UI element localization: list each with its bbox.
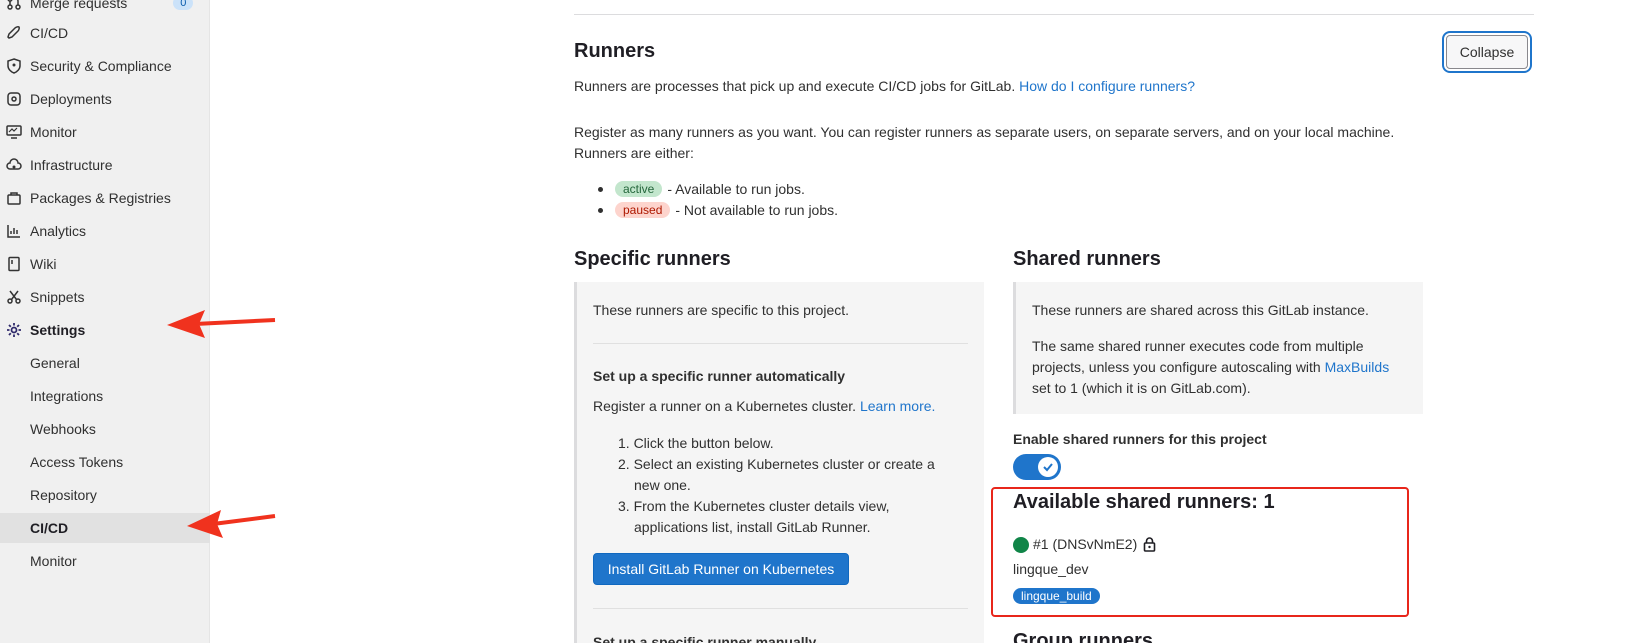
runner-name: lingque_dev xyxy=(1013,561,1089,577)
shared-runners-title: Shared runners xyxy=(1013,248,1161,270)
collapse-button[interactable]: Collapse xyxy=(1446,35,1528,69)
runner-tag-badge: lingque_build xyxy=(1013,588,1100,604)
manual-setup-title: Set up a specific runner manually xyxy=(593,634,817,643)
shared-desc-line-3: set to 1 (which it is on GitLab.com). xyxy=(1032,380,1251,396)
sidebar-item-label: Packages & Registries xyxy=(30,190,171,206)
register-line-1: Register as many runners as you want. Yo… xyxy=(574,124,1395,140)
paused-bullet: paused - Not available to run jobs. xyxy=(598,202,838,218)
sidebar-item-label: Settings xyxy=(30,322,86,338)
shared-desc-line-2: projects, unless you configure autoscali… xyxy=(1032,359,1390,375)
settings-sub-repository[interactable]: Repository xyxy=(0,480,210,510)
sidebar-item-label: Infrastructure xyxy=(30,157,113,173)
enable-shared-label: Enable shared runners for this project xyxy=(1013,431,1267,447)
specific-runners-desc: These runners are specific to this proje… xyxy=(593,302,850,318)
step-2-cont: new one. xyxy=(634,477,691,493)
sidebar-item-cicd[interactable]: CI/CD xyxy=(0,18,210,48)
sidebar-item-analytics[interactable]: Analytics xyxy=(0,216,210,246)
paused-badge: paused xyxy=(615,202,671,218)
annotation-arrow-settings xyxy=(167,310,276,338)
maxbuilds-link[interactable]: MaxBuilds xyxy=(1325,359,1390,375)
install-runner-button[interactable]: Install GitLab Runner on Kubernetes xyxy=(593,553,849,585)
sidebar-item-label: Analytics xyxy=(30,223,87,239)
settings-sub-webhooks[interactable]: Webhooks xyxy=(0,414,210,444)
active-badge: active xyxy=(615,181,663,197)
settings-sub-cicd[interactable]: CI/CD xyxy=(0,513,210,543)
sidebar-item-label: Wiki xyxy=(30,256,57,272)
annotation-arrow-cicd xyxy=(187,510,276,538)
cloud-gear-icon xyxy=(6,157,22,173)
check-icon xyxy=(1038,457,1058,477)
register-line-2: Runners are either: xyxy=(574,145,694,161)
specific-runners-title: Specific runners xyxy=(574,248,731,270)
sidebar-item-label: CI/CD xyxy=(30,25,69,41)
sidebar-item-security[interactable]: Security & Compliance xyxy=(0,51,210,81)
sidebar-item-label: Snippets xyxy=(30,289,85,305)
box-divider xyxy=(593,343,968,344)
step-2: 2. Select an existing Kubernetes cluster… xyxy=(618,456,935,472)
shared-desc-line-1: The same shared runner executes code fro… xyxy=(1032,338,1364,354)
settings-sub-access-tokens[interactable]: Access Tokens xyxy=(0,447,210,477)
merge-request-icon xyxy=(6,0,22,11)
sidebar-item-infrastructure[interactable]: Infrastructure xyxy=(0,150,210,180)
sidebar-item-label: Deployments xyxy=(30,91,112,107)
scissors-icon xyxy=(6,289,22,305)
step-1: 1. Click the button below. xyxy=(618,435,774,451)
shared-runners-desc: These runners are shared across this Git… xyxy=(1032,302,1369,318)
intro-text: Runners are processes that pick up and e… xyxy=(574,78,1016,94)
shield-icon xyxy=(6,58,22,74)
gear-icon xyxy=(6,322,22,338)
active-desc: - Available to run jobs. xyxy=(667,181,805,197)
settings-sub-general[interactable]: General xyxy=(0,348,210,378)
deployments-icon xyxy=(6,91,22,107)
sidebar-item-label: Security & Compliance xyxy=(30,58,172,74)
learn-more-link[interactable]: Learn more. xyxy=(860,398,935,414)
package-icon xyxy=(6,190,22,206)
sidebar-item-packages[interactable]: Packages & Registries xyxy=(0,183,210,213)
section-divider xyxy=(574,14,1534,15)
shared-runners-toggle[interactable] xyxy=(1013,454,1061,480)
lock-icon xyxy=(1143,537,1156,552)
active-bullet: active - Available to run jobs. xyxy=(598,181,805,197)
monitor-icon xyxy=(6,124,22,140)
auto-setup-title: Set up a specific runner automatically xyxy=(593,368,846,384)
runners-intro: Runners are processes that pick up and e… xyxy=(574,76,1195,97)
step-3-cont: applications list, install GitLab Runner… xyxy=(634,519,871,535)
sidebar-item-wiki[interactable]: Wiki xyxy=(0,249,210,279)
available-shared-title: Available shared runners: 1 xyxy=(1013,491,1275,513)
settings-sub-monitor[interactable]: Monitor xyxy=(0,546,210,576)
runners-title: Runners xyxy=(574,40,656,62)
count-badge: 0 xyxy=(173,0,194,10)
group-runners-title: Group runners xyxy=(1013,630,1154,643)
sidebar-item-merge-requests[interactable]: Merge requests 0 xyxy=(0,0,210,18)
runner-id: #1 (DNSvNmE2) xyxy=(1033,536,1138,552)
configure-runners-link[interactable]: How do I configure runners? xyxy=(1019,78,1195,94)
settings-sub-integrations[interactable]: Integrations xyxy=(0,381,210,411)
paused-desc: - Not available to run jobs. xyxy=(675,202,839,218)
chart-icon xyxy=(6,223,22,239)
sidebar-item-monitor[interactable]: Monitor xyxy=(0,117,210,147)
sidebar-item-label: Merge requests xyxy=(30,0,128,11)
box-divider xyxy=(593,608,968,609)
step-3: 3. From the Kubernetes cluster details v… xyxy=(618,498,890,514)
sidebar-item-deployments[interactable]: Deployments xyxy=(0,84,210,114)
runner-row: #1 (DNSvNmE2) xyxy=(1013,534,1156,555)
rocket-icon xyxy=(6,25,22,41)
book-icon xyxy=(6,256,22,272)
auto-setup-desc: Register a runner on a Kubernetes cluste… xyxy=(593,398,936,414)
online-status-icon xyxy=(1013,536,1029,553)
sidebar-item-label: Monitor xyxy=(30,124,77,140)
